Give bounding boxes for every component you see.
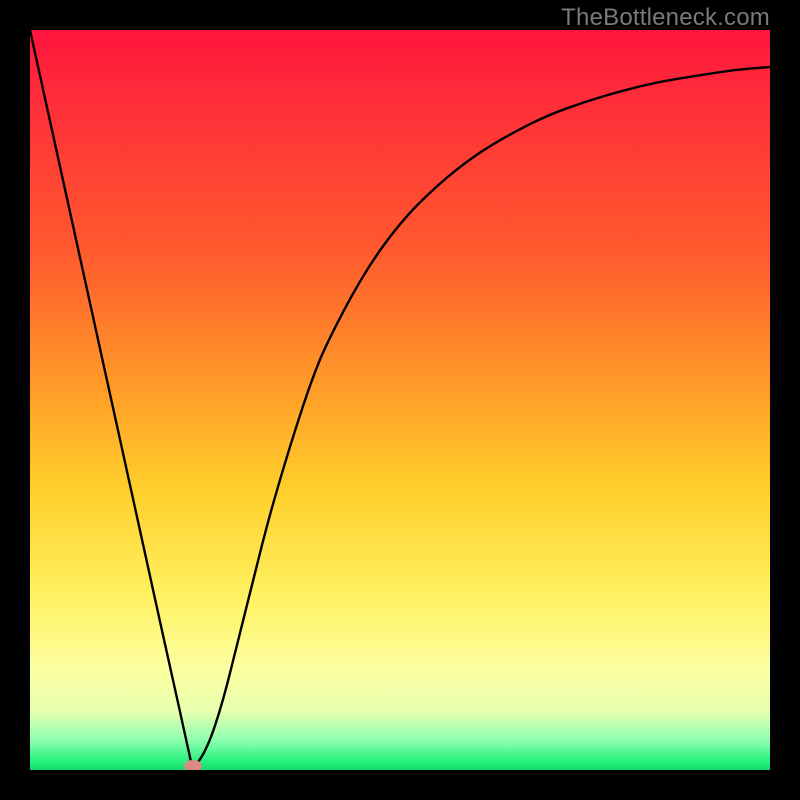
optimal-point-marker — [184, 760, 202, 770]
watermark-text: TheBottleneck.com — [561, 4, 770, 32]
figure-container: TheBottleneck.com — [0, 0, 800, 800]
plot-area — [30, 30, 770, 770]
bottleneck-curve — [30, 30, 770, 770]
curve-layer — [30, 30, 770, 770]
